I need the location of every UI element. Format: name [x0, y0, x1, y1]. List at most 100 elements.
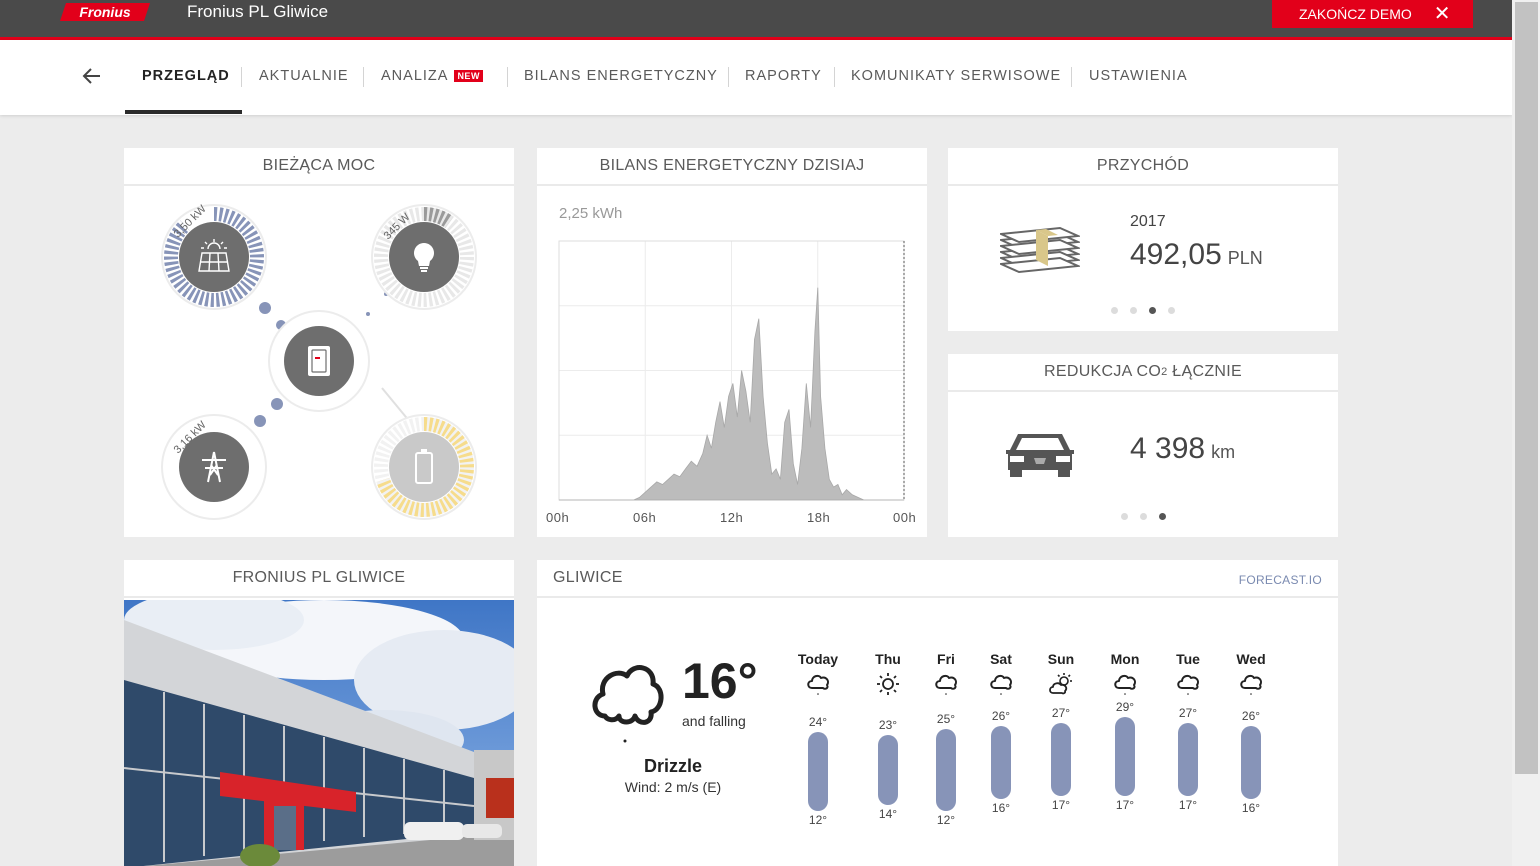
revenue-title: PRZYCHÓD [948, 148, 1338, 186]
cloud-icon [935, 674, 958, 695]
forecast-min-temp: 16° [1241, 801, 1261, 815]
forecast-max-temp: 26° [991, 709, 1011, 723]
forecast-day-name: Sat [990, 651, 1012, 667]
tab-ustawienia[interactable]: USTAWIENIA [1089, 68, 1188, 84]
x-tick-label: 00h [893, 510, 917, 525]
forecast-max-temp: 26° [1241, 709, 1261, 723]
forecast-max-temp: 25° [936, 712, 956, 726]
weather-card[interactable]: GLIWICE FORECAST.IO 16° and falling Driz… [537, 560, 1338, 866]
tab-raporty[interactable]: RAPORTY [745, 68, 822, 84]
nav-separator [241, 67, 242, 87]
temperature-range-bar [1178, 723, 1198, 796]
main-nav: PRZEGLĄD AKTUALNIE ANALIZA NEW BILANS ENE… [0, 40, 1512, 115]
top-bar: Fronius Fronius PL Gliwice ZAKOŃCZ DEMO … [0, 0, 1512, 40]
money-stack-icon [1000, 226, 1080, 274]
cloud-icon [807, 674, 830, 695]
site-photo-card[interactable]: FRONIUS PL GLIWICE [124, 560, 514, 866]
tab-przeglad[interactable]: PRZEGLĄD [142, 68, 230, 84]
site-photo-title: FRONIUS PL GLIWICE [124, 560, 514, 598]
svg-text:Fronius: Fronius [79, 4, 131, 20]
cloud-icon [1240, 674, 1263, 695]
energy-balance-card[interactable]: BILANS ENERGETYCZNY DZISIAJ 2,25 kWh 00h… [537, 148, 927, 537]
energy-chart[interactable] [537, 233, 927, 513]
nav-separator [728, 67, 729, 87]
x-tick-label: 18h [807, 510, 831, 525]
pager-dot[interactable] [1121, 513, 1128, 520]
temperature-range-bar [1115, 717, 1135, 796]
temperature-range-bar [878, 735, 898, 805]
forecast-max-temp: 24° [808, 715, 828, 729]
wind-info: Wind: 2 m/s (E) [624, 779, 722, 795]
building-photo[interactable] [124, 600, 514, 866]
forecast-min-temp: 17° [1051, 798, 1071, 812]
load-node[interactable]: 345 W [371, 204, 477, 310]
co2-pager [1121, 513, 1166, 520]
car-icon [1006, 434, 1074, 477]
forecast-max-temp: 27° [1051, 706, 1071, 720]
forecast-max-temp: 23° [878, 718, 898, 732]
current-power-card[interactable]: BIEŻĄCA MOC 3,50 kW 345 W 3,16 kW [124, 148, 514, 537]
forecast-day-name: Sun [1047, 651, 1075, 667]
current-power-title: BIEŻĄCA MOC [124, 148, 514, 186]
co2-value: 4 398 km [1130, 432, 1236, 465]
tab-analiza[interactable]: ANALIZA NEW [381, 68, 483, 84]
inverter-node[interactable] [268, 310, 370, 412]
forecast-min-temp: 12° [936, 813, 956, 827]
tab-komunikaty-serwisowe[interactable]: KOMUNIKATY SERWISOWE [851, 68, 1061, 84]
forecast-min-temp: 14° [878, 807, 898, 821]
nav-separator [1071, 67, 1072, 87]
pv-node[interactable]: 3,50 kW [161, 203, 267, 310]
co2-reduction-card[interactable]: REDUKCJA CO 2 ŁĄCZNIE 4 398 km [948, 354, 1338, 537]
pager-dot-active[interactable] [1149, 307, 1156, 314]
close-icon: ✕ [1433, 3, 1451, 25]
revenue-card[interactable]: PRZYCHÓD 2017 492,05 PLN [948, 148, 1338, 331]
forecast-min-temp: 17° [1178, 798, 1198, 812]
current-temperature: 16° [682, 653, 758, 709]
cloud-icon [1114, 674, 1137, 695]
tab-aktualnie[interactable]: AKTUALNIE [259, 68, 349, 84]
x-tick-label: 12h [720, 510, 744, 525]
pager-dot[interactable] [1168, 307, 1175, 314]
temperature-range-bar [991, 726, 1011, 799]
pager-dot[interactable] [1140, 513, 1147, 520]
nav-separator [834, 67, 835, 87]
end-demo-button[interactable]: ZAKOŃCZ DEMO ✕ [1272, 0, 1473, 28]
scrollbar-thumb[interactable] [1515, 2, 1538, 774]
forecast-day-name: Mon [1110, 651, 1140, 667]
grid-node[interactable]: 3,16 kW [161, 414, 267, 520]
nav-separator [363, 67, 364, 87]
x-tick-label: 06h [633, 510, 657, 525]
forecast-day-name: Wed [1236, 651, 1266, 667]
energy-balance-title: BILANS ENERGETYCZNY DZISIAJ [537, 148, 927, 186]
battery-node[interactable] [371, 414, 477, 520]
back-arrow-icon[interactable] [80, 64, 104, 88]
active-tab-indicator [125, 110, 242, 114]
tab-bilans-energetyczny[interactable]: BILANS ENERGETYCZNY [524, 68, 718, 84]
temperature-range-bar [1241, 726, 1261, 799]
temperature-trend: and falling [682, 713, 746, 729]
revenue-value: 492,05 PLN [1130, 238, 1263, 271]
forecast-max-temp: 27° [1178, 706, 1198, 720]
pager-dot[interactable] [1130, 307, 1137, 314]
energy-total-label: 2,25 kWh [559, 205, 623, 222]
forecast-min-temp: 12° [808, 813, 828, 827]
temperature-range-bar [936, 729, 956, 811]
site-title: Fronius PL Gliwice [187, 2, 329, 21]
new-badge: NEW [454, 70, 483, 82]
weather-location: GLIWICE [537, 560, 1338, 598]
nav-separator [507, 67, 508, 87]
revenue-year: 2017 [1130, 213, 1166, 230]
forecast-min-temp: 16° [991, 801, 1011, 815]
temperature-range-bar [1051, 723, 1071, 796]
pager-dot[interactable] [1111, 307, 1118, 314]
fronius-logo[interactable]: Fronius [58, 2, 152, 22]
pager-dot-active[interactable] [1159, 513, 1166, 520]
cloud-icon [990, 674, 1013, 695]
forecast-day-name: Tue [1176, 651, 1200, 667]
forecast-source-link[interactable]: FORECAST.IO [1239, 573, 1322, 587]
cloud-icon [1177, 674, 1200, 695]
co2-title: REDUKCJA CO 2 ŁĄCZNIE [948, 354, 1338, 392]
weather-summary: Drizzle [643, 756, 703, 776]
inverter-icon [308, 346, 330, 376]
revenue-pager [1111, 307, 1175, 314]
